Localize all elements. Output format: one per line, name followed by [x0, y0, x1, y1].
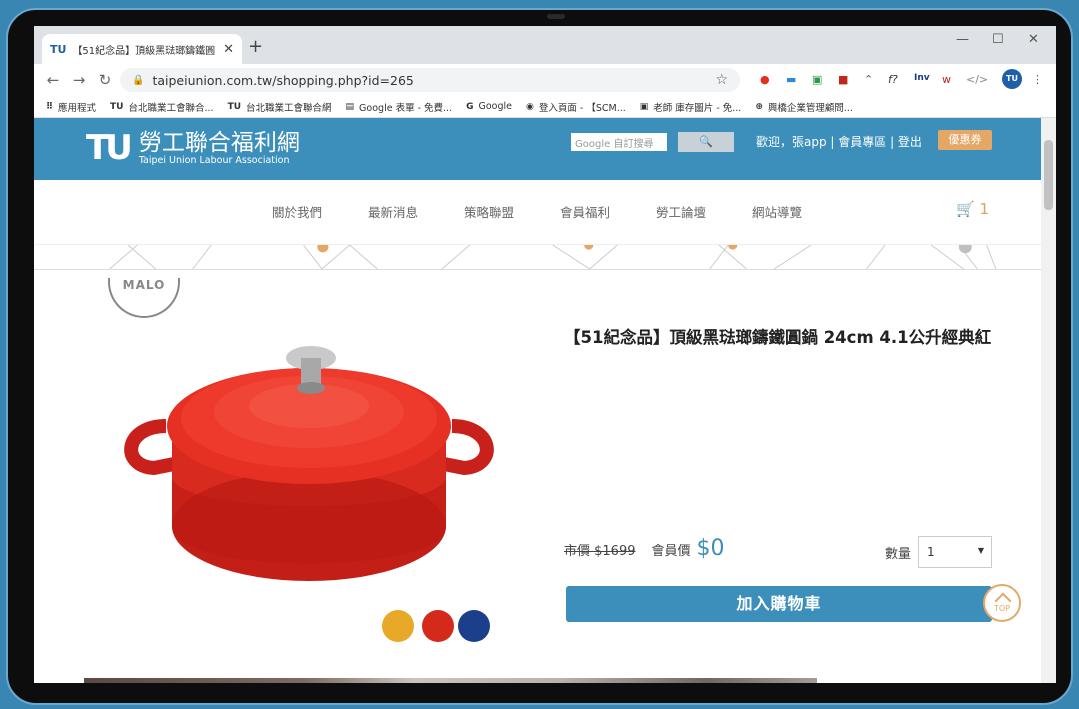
quantity-select[interactable]: 1 ▼: [918, 536, 992, 568]
minimize-icon[interactable]: —: [956, 32, 969, 47]
bookmark-label: 台北職業工會聯合...: [128, 102, 214, 114]
bookmark-icon: ◉: [526, 101, 534, 112]
browser-toolbar: ← → ↻ 🔒 taipeiunion.com.tw/shopping.php?…: [34, 64, 1056, 96]
nav-forum[interactable]: 勞工論壇: [656, 202, 706, 221]
bookmark-icon: TU: [110, 101, 124, 112]
bookmark-item[interactable]: ▤ Google 表單 - 免費...: [346, 100, 453, 114]
tu-favicon-icon: TU: [50, 42, 67, 56]
address-bar[interactable]: 🔒 taipeiunion.com.tw/shopping.php?id=265…: [120, 68, 740, 92]
nav-sitemap[interactable]: 網站導覽: [752, 202, 802, 221]
tab-active[interactable]: TU 【51紀念品】頂級黑琺瑯鑄鐵圓 ✕: [42, 34, 242, 64]
pdf-extension-icon[interactable]: ■: [838, 73, 848, 86]
user-links[interactable]: 歡迎，張app | 會員專區 | 登出: [756, 133, 922, 150]
extension-icon[interactable]: ▬: [786, 73, 796, 86]
url-text: taipeiunion.com.tw/shopping.php?id=265: [152, 72, 414, 88]
bookmark-item[interactable]: G Google: [466, 101, 512, 112]
bookmark-item[interactable]: ◉ 登入頁面 - 【SCM...: [526, 100, 626, 114]
camera: [547, 14, 565, 19]
main-nav: 關於我們 最新消息 策略聯盟 會員福利 勞工論壇 網站導覽 🛒 1: [34, 180, 1041, 244]
search-button[interactable]: 🔍: [678, 132, 734, 152]
extension-icon[interactable]: w: [942, 73, 951, 86]
bookmark-item[interactable]: ⊕ 興橋企業管理顧問...: [755, 100, 853, 114]
member-price-label: 會員價: [651, 544, 691, 559]
coupon-button[interactable]: 優惠券: [938, 130, 992, 150]
bookmark-icon: ▣: [639, 101, 649, 112]
close-window-icon[interactable]: ✕: [1028, 32, 1039, 47]
bookmark-label: 應用程式: [58, 102, 97, 114]
lock-icon: 🔒: [132, 74, 145, 86]
bookmark-icon: TU: [227, 101, 242, 112]
bookmark-label: 興橋企業管理顧問...: [767, 102, 853, 114]
close-tab-icon[interactable]: ✕: [223, 42, 234, 57]
bookmark-item[interactable]: TU 台北職業工會聯合...: [110, 100, 214, 114]
product-image: [124, 346, 494, 581]
bookmark-star-icon[interactable]: ☆: [715, 72, 728, 88]
tab-strip: TU 【51紀念品】頂級黑琺瑯鑄鐵圓 ✕ + — ☐ ✕: [34, 26, 1056, 64]
add-to-cart-button[interactable]: 加入購物車: [566, 586, 992, 622]
bookmark-label: 老師 庫存圖片 - 免...: [653, 102, 742, 114]
product-detail-photo: [84, 678, 817, 683]
bookmark-label: Google: [478, 101, 513, 112]
bookmarks-bar: ⠿ 應用程式 TU 台北職業工會聯合... TU 台北職業工會聯合網 ▤ Google 表單 …: [34, 96, 1056, 118]
scrollbar-thumb[interactable]: [1044, 140, 1053, 210]
search-input[interactable]: Google 自訂搜尋: [571, 133, 667, 151]
bookmark-icon: ⠿: [46, 101, 54, 112]
quantity-value: 1: [927, 545, 935, 559]
back-icon[interactable]: ←: [40, 71, 66, 89]
bookmark-label: 台北職業工會聯合網: [246, 102, 332, 114]
new-tab-icon[interactable]: +: [248, 36, 263, 57]
list-price: 市價 $1699: [564, 544, 636, 559]
site-header: TU 勞工聯合福利網 Taipei Union Labour Associati…: [34, 118, 1041, 180]
site-logo[interactable]: TU 勞工聯合福利網 Taipei Union Labour Associati…: [86, 128, 300, 168]
maximize-icon[interactable]: ☐: [992, 32, 1004, 47]
quantity-label: 數量: [885, 547, 912, 562]
code-extension-icon[interactable]: </>: [966, 73, 988, 86]
cart-count: 1: [979, 200, 990, 218]
color-swatch-red[interactable]: [422, 610, 454, 642]
bookmark-label: 登入頁面 - 【SCM...: [538, 102, 626, 114]
nav-about[interactable]: 關於我們: [272, 202, 322, 221]
bookmark-icon: G: [466, 101, 474, 112]
bookmark-icon: ▤: [345, 101, 355, 112]
reload-icon[interactable]: ↻: [92, 71, 118, 89]
formula-extension-icon[interactable]: f?: [888, 73, 898, 86]
cart-button[interactable]: 🛒 1: [956, 200, 989, 218]
bookmark-item[interactable]: ▣ 老師 庫存圖片 - 免...: [640, 100, 742, 114]
color-swatch-yellow[interactable]: [382, 610, 414, 642]
chevron-down-icon: ▼: [977, 546, 984, 555]
tu-logo-mark: TU: [86, 128, 133, 168]
opera-extension-icon[interactable]: ●: [760, 73, 770, 86]
profile-avatar[interactable]: TU: [1002, 69, 1022, 89]
cart-icon: 🛒: [956, 200, 975, 218]
scrollbar[interactable]: [1041, 118, 1056, 683]
price-row: 市價 $1699 會員價 $0: [564, 536, 725, 561]
forward-icon[interactable]: →: [66, 71, 92, 89]
extension-icon[interactable]: ▣: [812, 73, 822, 86]
nav-news[interactable]: 最新消息: [368, 202, 418, 221]
browser-window: TU 【51紀念品】頂級黑琺瑯鑄鐵圓 ✕ + — ☐ ✕ ← → ↻ 🔒 tai…: [34, 26, 1056, 683]
nav-alliance[interactable]: 策略聯盟: [464, 202, 514, 221]
bookmark-label: Google 表單 - 免費...: [359, 102, 453, 114]
logo-name: 勞工聯合福利網: [138, 129, 300, 156]
back-to-top-button[interactable]: TOP: [983, 584, 1021, 622]
color-swatch-blue[interactable]: [458, 610, 490, 642]
inv-extension-icon[interactable]: Inv: [914, 73, 930, 83]
member-price: $0: [696, 536, 725, 561]
nav-member-benefits[interactable]: 會員福利: [560, 202, 610, 221]
tab-title: 【51紀念品】頂級黑琺瑯鑄鐵圓: [72, 45, 216, 57]
decorative-network-banner: [34, 244, 1041, 270]
page-viewport: TU 勞工聯合福利網 Taipei Union Labour Associati…: [34, 118, 1041, 683]
bookmark-item[interactable]: ⠿ 應用程式: [46, 100, 96, 114]
bookmark-icon: ⊕: [755, 101, 763, 112]
bookmark-item[interactable]: TU 台北職業工會聯合網: [228, 100, 332, 114]
extension-icon[interactable]: ⌃: [864, 73, 873, 86]
logo-english: Taipei Union Labour Association: [138, 154, 290, 166]
product-title: 【51紀念品】頂級黑琺瑯鑄鐵圓鍋 24cm 4.1公升經典紅: [564, 328, 992, 347]
menu-icon[interactable]: ⋮: [1032, 73, 1043, 86]
